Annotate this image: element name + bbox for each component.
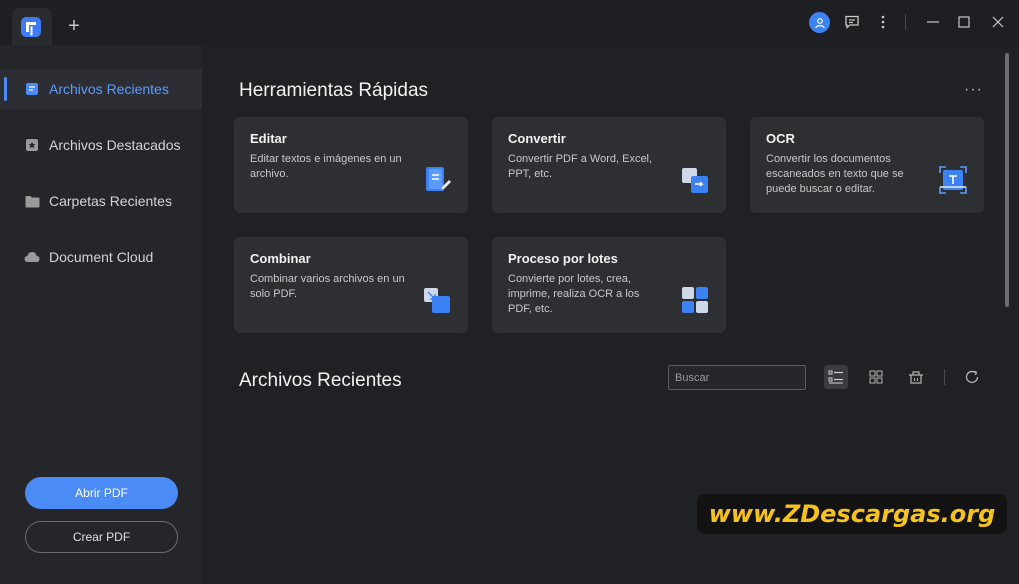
clear-history-icon[interactable]	[904, 365, 928, 389]
new-tab-button[interactable]: +	[64, 16, 84, 36]
grid-view-icon[interactable]	[864, 365, 888, 389]
recent-files-icon	[24, 81, 40, 97]
folder-icon	[24, 193, 40, 209]
sidebar-item-label: Archivos Recientes	[49, 81, 169, 97]
list-view-icon[interactable]	[824, 365, 848, 389]
card-description: Convertir PDF a Word, Excel, PPT, etc.	[508, 153, 653, 180]
quick-tools-title: Herramientas Rápidas	[239, 80, 429, 101]
card-description: Convertir los documentos escaneados en t…	[766, 153, 904, 195]
card-title: Convertir	[508, 131, 566, 146]
card-description: Combinar varios archivos en un solo PDF.	[250, 273, 405, 300]
batch-process-icon	[680, 285, 710, 315]
titlebar-divider	[905, 14, 906, 30]
sidebar-item-label: Carpetas Recientes	[49, 193, 172, 209]
close-icon[interactable]	[988, 12, 1008, 32]
sidebar-item-document-cloud[interactable]: Document Cloud	[0, 237, 202, 277]
sidebar: Archivos Recientes Archivos Destacados C…	[0, 45, 202, 584]
ocr-scan-icon	[938, 165, 968, 195]
sidebar-item-carpetas-recientes[interactable]: Carpetas Recientes	[0, 181, 202, 221]
watermark-text: www.ZDescargas.org	[708, 500, 996, 528]
open-pdf-button[interactable]: Abrir PDF	[25, 477, 178, 509]
user-icon[interactable]	[809, 12, 830, 33]
card-description: Convierte por lotes, crea, imprime, real…	[508, 273, 640, 315]
sidebar-item-archivos-recientes[interactable]: Archivos Recientes	[0, 69, 202, 109]
card-description: Editar textos e imágenes en un archivo.	[250, 153, 402, 180]
edit-document-icon	[422, 165, 452, 195]
refresh-icon[interactable]	[960, 365, 984, 389]
tool-card-ocr[interactable]: OCR Convertir los documentos escaneados …	[750, 117, 984, 213]
card-title: Editar	[250, 131, 287, 146]
feedback-icon[interactable]	[842, 12, 862, 32]
title-bar: +	[0, 0, 1019, 45]
combine-icon	[422, 285, 452, 315]
sidebar-item-label: Document Cloud	[49, 249, 154, 265]
minimize-icon[interactable]	[923, 12, 943, 32]
toolbar-divider	[944, 369, 945, 385]
watermark-banner: www.ZDescargas.org	[697, 494, 1007, 534]
more-options-icon[interactable]: ···	[964, 81, 983, 99]
tool-card-combinar[interactable]: Combinar Combinar varios archivos en un …	[234, 237, 468, 333]
maximize-icon[interactable]	[954, 12, 974, 32]
tool-card-proceso-por-lotes[interactable]: Proceso por lotes Convierte por lotes, c…	[492, 237, 726, 333]
tool-card-editar[interactable]: Editar Editar textos e imágenes en un ar…	[234, 117, 468, 213]
app-logo-icon	[21, 17, 41, 37]
cloud-icon	[24, 249, 40, 265]
app-home-tab[interactable]	[12, 8, 52, 45]
search-input[interactable]	[668, 365, 806, 390]
card-title: Combinar	[250, 251, 311, 266]
recent-files-title: Archivos Recientes	[239, 370, 402, 391]
card-title: Proceso por lotes	[508, 251, 618, 266]
vertical-scrollbar[interactable]	[1005, 53, 1009, 307]
star-icon	[24, 137, 40, 153]
create-pdf-button[interactable]: Crear PDF	[25, 521, 178, 553]
tool-card-convertir[interactable]: Convertir Convertir PDF a Word, Excel, P…	[492, 117, 726, 213]
sidebar-item-archivos-destacados[interactable]: Archivos Destacados	[0, 125, 202, 165]
card-title: OCR	[766, 131, 795, 146]
more-vertical-icon[interactable]	[873, 12, 893, 32]
sidebar-item-label: Archivos Destacados	[49, 137, 181, 153]
convert-icon	[680, 165, 710, 195]
